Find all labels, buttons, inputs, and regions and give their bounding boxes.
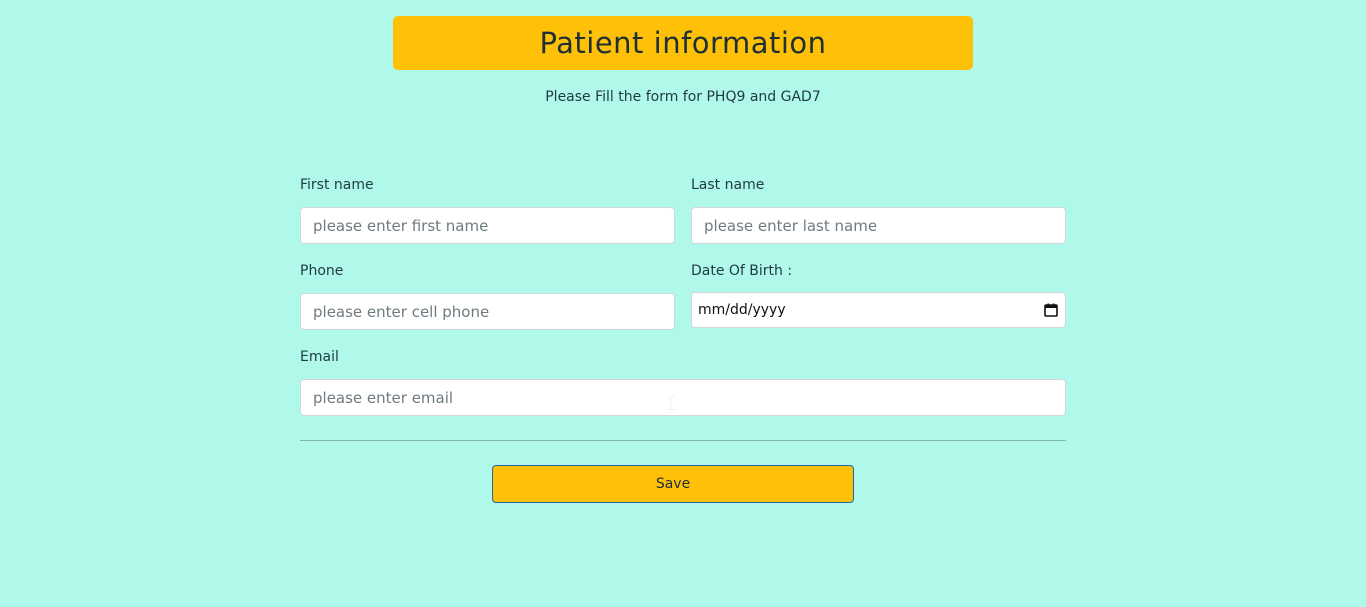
calendar-icon[interactable]: [1044, 303, 1058, 317]
first-name-input[interactable]: [300, 207, 675, 244]
date-of-birth-label: Date Of Birth :: [691, 263, 793, 279]
email-input[interactable]: [300, 379, 1066, 416]
last-name-label: Last name: [691, 177, 765, 193]
first-name-label: First name: [300, 177, 374, 193]
save-button[interactable]: Save: [492, 465, 854, 503]
last-name-input[interactable]: [691, 207, 1066, 244]
header-banner: Patient information: [393, 16, 973, 70]
page-subtitle: Please Fill the form for PHQ9 and GAD7: [545, 89, 821, 105]
form-divider: [300, 440, 1066, 441]
date-of-birth-value: mm/dd/yyyy: [698, 302, 786, 318]
email-label: Email: [300, 349, 339, 365]
date-of-birth-input[interactable]: mm/dd/yyyy: [691, 292, 1066, 328]
text-cursor-icon: [668, 396, 674, 410]
phone-label: Phone: [300, 263, 344, 279]
page-title: Patient information: [539, 26, 827, 60]
phone-input[interactable]: [300, 293, 675, 330]
